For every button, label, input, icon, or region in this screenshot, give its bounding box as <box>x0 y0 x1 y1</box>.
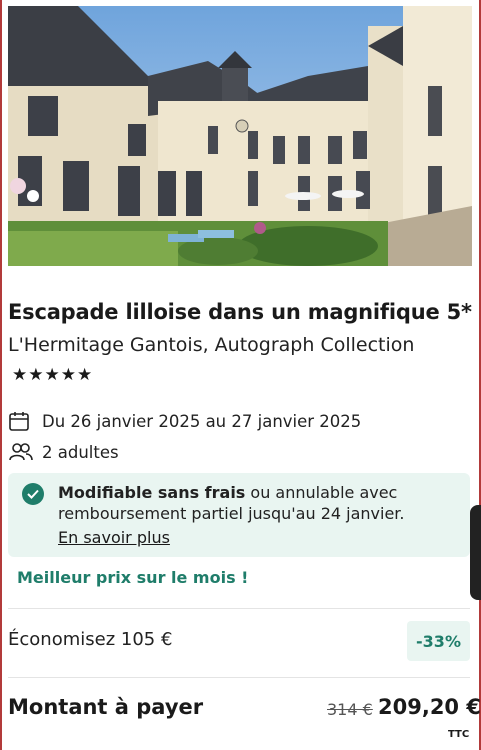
total-price: 209,20 € <box>378 695 481 719</box>
discount-badge: -33% <box>407 621 470 661</box>
hotel-photo[interactable] <box>8 6 472 266</box>
hotel-photo-image <box>8 6 472 266</box>
original-price: 314 € <box>327 700 373 719</box>
divider <box>8 608 470 609</box>
calendar-icon <box>8 410 34 432</box>
stay-guests: 2 adultes <box>8 441 119 463</box>
stay-dates-text: Du 26 janvier 2025 au 27 janvier 2025 <box>42 411 362 431</box>
best-price-label: Meilleur prix sur le mois ! <box>17 568 249 587</box>
cancellation-text: Modifiable sans frais ou annulable avec … <box>58 482 458 524</box>
savings-label: Économisez 105 € <box>8 629 173 650</box>
hotel-name[interactable]: L'Hermitage Gantois, Autograph Collectio… <box>8 332 414 358</box>
divider <box>8 677 470 678</box>
listing-title: Escapade lilloise dans un magnifique 5* <box>8 300 472 324</box>
stay-dates: Du 26 janvier 2025 au 27 janvier 2025 <box>8 410 361 432</box>
star-rating: ★★★★★ <box>12 365 94 385</box>
side-drawer-handle[interactable] <box>470 505 481 600</box>
cancellation-bold: Modifiable sans frais <box>58 483 246 502</box>
users-icon <box>8 441 34 463</box>
tax-note: TTC <box>448 729 470 740</box>
stay-guests-text: 2 adultes <box>42 442 119 462</box>
check-circle-icon <box>22 483 44 505</box>
cancellation-notice: Modifiable sans frais ou annulable avec … <box>8 473 470 557</box>
learn-more-link[interactable]: En savoir plus <box>58 527 170 548</box>
total-label: Montant à payer <box>8 695 204 719</box>
